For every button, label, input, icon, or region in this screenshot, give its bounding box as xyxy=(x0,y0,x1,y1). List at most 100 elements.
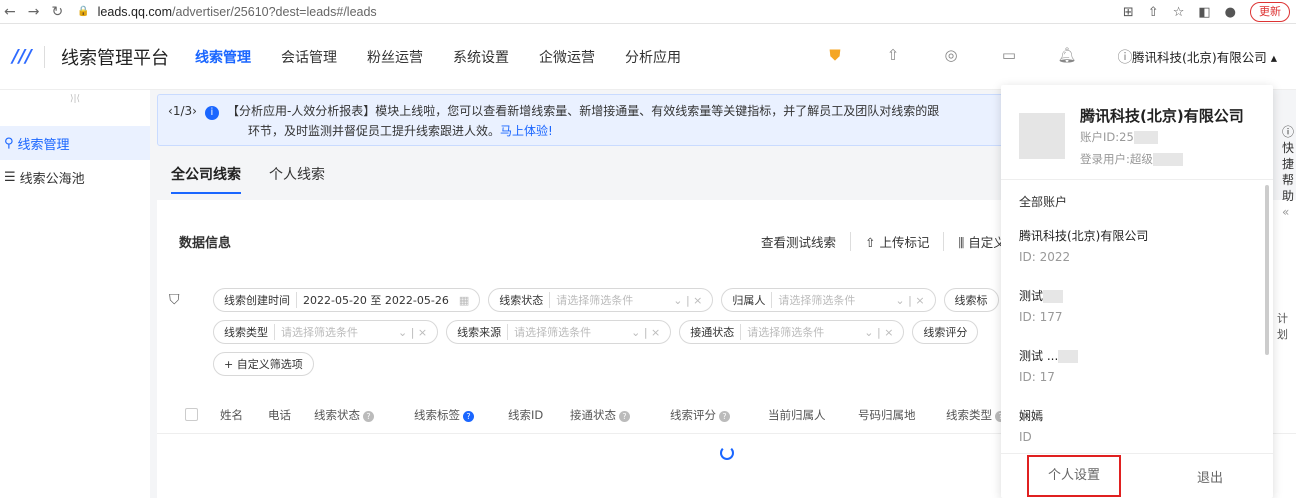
calendar-icon: ▦ xyxy=(458,293,470,307)
logo-icon: /// xyxy=(12,46,32,67)
col-lead-tag: 线索标签? xyxy=(414,407,508,423)
top-nav: /// 线索管理平台 线索管理 会话管理 粉丝运营 系统设置 企微运营 分析应用… xyxy=(0,24,1296,90)
filter-lead-type[interactable]: 线索类型 请选择筛选条件 ⌄ | × xyxy=(213,320,439,344)
col-number-location: 号码归属地 xyxy=(858,407,916,422)
account-id: ID: 177 xyxy=(1019,310,1063,324)
filter-lead-status[interactable]: 线索状态 请选择筛选条件 ⌄ | × xyxy=(488,288,714,312)
filter-label: 线索标 xyxy=(954,294,988,307)
collapse-icon: « xyxy=(1282,205,1290,219)
blur-mask xyxy=(1133,131,1158,144)
filter-placeholder: 请选择筛选条件 xyxy=(507,324,591,340)
info-icon: i xyxy=(204,106,219,120)
filter-label: 接通状态 xyxy=(690,326,735,339)
menu-sessions[interactable]: 会话管理 xyxy=(281,47,337,67)
banner-link[interactable]: 马上体验! xyxy=(500,124,553,138)
tab-personal-leads[interactable]: 个人线索 xyxy=(269,164,325,194)
bell-icon[interactable]: 🔔︎ xyxy=(1038,46,1096,67)
browser-bar: ← → ↻ 🔒 leads.qq.com/advertiser/25610?dest=… xyxy=(0,0,1296,24)
filter-lead-source[interactable]: 线索来源 请选择筛选条件 ⌄ | × xyxy=(446,320,672,344)
account-item[interactable]: 测试 ... ID: 17 xyxy=(1019,347,1079,384)
popover-account-id: 账户ID:25 xyxy=(1080,129,1158,145)
account-item[interactable]: 腾讯科技(北京)有限公司 ID: 2022 xyxy=(1019,227,1148,264)
banner-counter: 1/3 xyxy=(172,104,193,118)
loading-spinner xyxy=(720,446,734,460)
sidebar-item-label: 线索管理 xyxy=(17,137,70,153)
share-icon[interactable]: ⇧ xyxy=(1148,5,1159,20)
filter-value: 2022-05-20 至 2022-05-26 xyxy=(296,292,449,308)
add-custom-filter-button[interactable]: + 自定义筛选项 xyxy=(213,352,314,376)
col-phone: 电话 xyxy=(268,407,291,422)
col-name: 姓名 xyxy=(220,407,243,422)
menu-analytics[interactable]: 分析应用 xyxy=(625,47,681,67)
account-item[interactable]: 测试 ID: 177 xyxy=(1019,287,1064,324)
account-name: 测试 ... xyxy=(1019,349,1059,363)
filter-label: 线索创建时间 xyxy=(224,294,290,307)
tab-company-leads[interactable]: 全公司线索 xyxy=(171,164,241,194)
url-host: leads.qq.com xyxy=(97,4,173,19)
account-id: ID: 2022 xyxy=(1019,250,1071,264)
col-label: 接通状态 xyxy=(570,407,616,422)
blur-mask xyxy=(1152,153,1183,166)
upload-mark-button[interactable]: ⇧ 上传标记 xyxy=(851,232,945,251)
quick-help-tab[interactable]: ⓘ 快捷帮助 « xyxy=(1282,124,1296,220)
back-icon[interactable]: ← xyxy=(4,4,16,20)
help-icon[interactable]: ? xyxy=(619,410,630,422)
filter-lead-tag[interactable]: 线索标 xyxy=(943,288,999,312)
filter-placeholder: 请选择筛选条件 xyxy=(740,324,824,340)
lock-icon: 🔒 xyxy=(77,6,90,17)
help-icon[interactable]: ? xyxy=(363,410,374,422)
account-name: 测试 xyxy=(1019,289,1044,303)
personal-settings-button[interactable]: 个人设置 xyxy=(1027,455,1121,497)
account-item[interactable]: 娴嫣 ID xyxy=(1019,407,1043,444)
view-test-leads-button[interactable]: 查看测试线索 xyxy=(747,232,852,251)
account-id: ID: 17 xyxy=(1019,370,1055,384)
help-icon[interactable]: ? xyxy=(463,410,474,422)
sidepanel-icon[interactable]: ◧ xyxy=(1198,5,1210,20)
menu-leads[interactable]: 线索管理 xyxy=(195,47,251,67)
reload-icon[interactable]: ↻ xyxy=(51,4,63,20)
profile-icon[interactable]: ● xyxy=(1225,5,1236,20)
filter-lead-score[interactable]: 线索评分 xyxy=(912,320,979,344)
next-icon[interactable]: › xyxy=(192,104,197,118)
account-name: 娴嫣 xyxy=(1019,409,1044,423)
avatar xyxy=(1019,113,1065,159)
sidebar: ⟩|⟨ ⚲ 线索管理 ☰ 线索公海池 xyxy=(0,90,150,498)
forward-icon[interactable]: → xyxy=(28,4,40,20)
select-all-checkbox[interactable] xyxy=(185,408,198,421)
company-dropdown[interactable]: 腾讯科技(北京)有限公司 ▴ xyxy=(1132,47,1277,66)
col-current-owner: 当前归属人 xyxy=(768,407,826,422)
filter-placeholder: 请选择筛选条件 xyxy=(274,324,358,340)
logout-button[interactable]: 退出 xyxy=(1147,467,1273,486)
document-icon[interactable]: ▭ xyxy=(980,46,1038,67)
popover-login-user: 登录用户:超级 xyxy=(1080,151,1183,167)
filter-create-time[interactable]: 线索创建时间 2022-05-20 至 2022-05-26 ▦ xyxy=(213,288,481,312)
sidebar-item-leads[interactable]: ⚲ 线索管理 xyxy=(0,126,150,160)
menu-fans[interactable]: 粉丝运营 xyxy=(367,47,423,67)
filter-label: 线索类型 xyxy=(224,326,268,339)
chevron-down-icon: ⌄ | × xyxy=(398,325,428,339)
help-icon[interactable]: ? xyxy=(719,410,730,422)
sidebar-item-pool[interactable]: ☰ 线索公海池 xyxy=(0,160,150,194)
shield-icon[interactable]: ⛊ xyxy=(806,46,864,67)
upload-icon[interactable]: ⇧ xyxy=(864,46,922,67)
update-button[interactable]: 更新 xyxy=(1250,2,1290,22)
col-plan: 计划 xyxy=(1277,312,1288,341)
menu-wecom[interactable]: 企微运营 xyxy=(539,47,595,67)
translate-icon[interactable]: ⊞ xyxy=(1123,5,1134,20)
menu-settings[interactable]: 系统设置 xyxy=(453,47,509,67)
app-icon[interactable]: ◎ xyxy=(922,46,980,67)
col-label: 线索类型 xyxy=(946,407,992,422)
login-user-text: 登录用户:超级 xyxy=(1080,152,1153,166)
col-label: 线索评分 xyxy=(670,407,716,422)
col-lead-id: 线索ID xyxy=(508,407,544,422)
star-icon[interactable]: ☆ xyxy=(1173,5,1185,20)
address-bar[interactable]: 🔒 leads.qq.com/advertiser/25610?dest=lead… xyxy=(77,5,376,19)
collapse-icon[interactable]: ⟩|⟨ xyxy=(0,90,150,114)
scrollbar[interactable] xyxy=(1265,185,1269,355)
chevron-down-icon: ⌄ | × xyxy=(895,293,925,307)
filter-connect-status[interactable]: 接通状态 请选择筛选条件 ⌄ | × xyxy=(679,320,905,344)
filter-placeholder: 请选择筛选条件 xyxy=(771,292,855,308)
filter-owner[interactable]: 归属人 请选择筛选条件 ⌄ | × xyxy=(721,288,936,312)
filter-area: ⛉ 线索创建时间 2022-05-20 至 2022-05-26 ▦ 线索状态 请选择… xyxy=(169,288,999,384)
account-id-text: 账户ID:25 xyxy=(1080,130,1134,144)
